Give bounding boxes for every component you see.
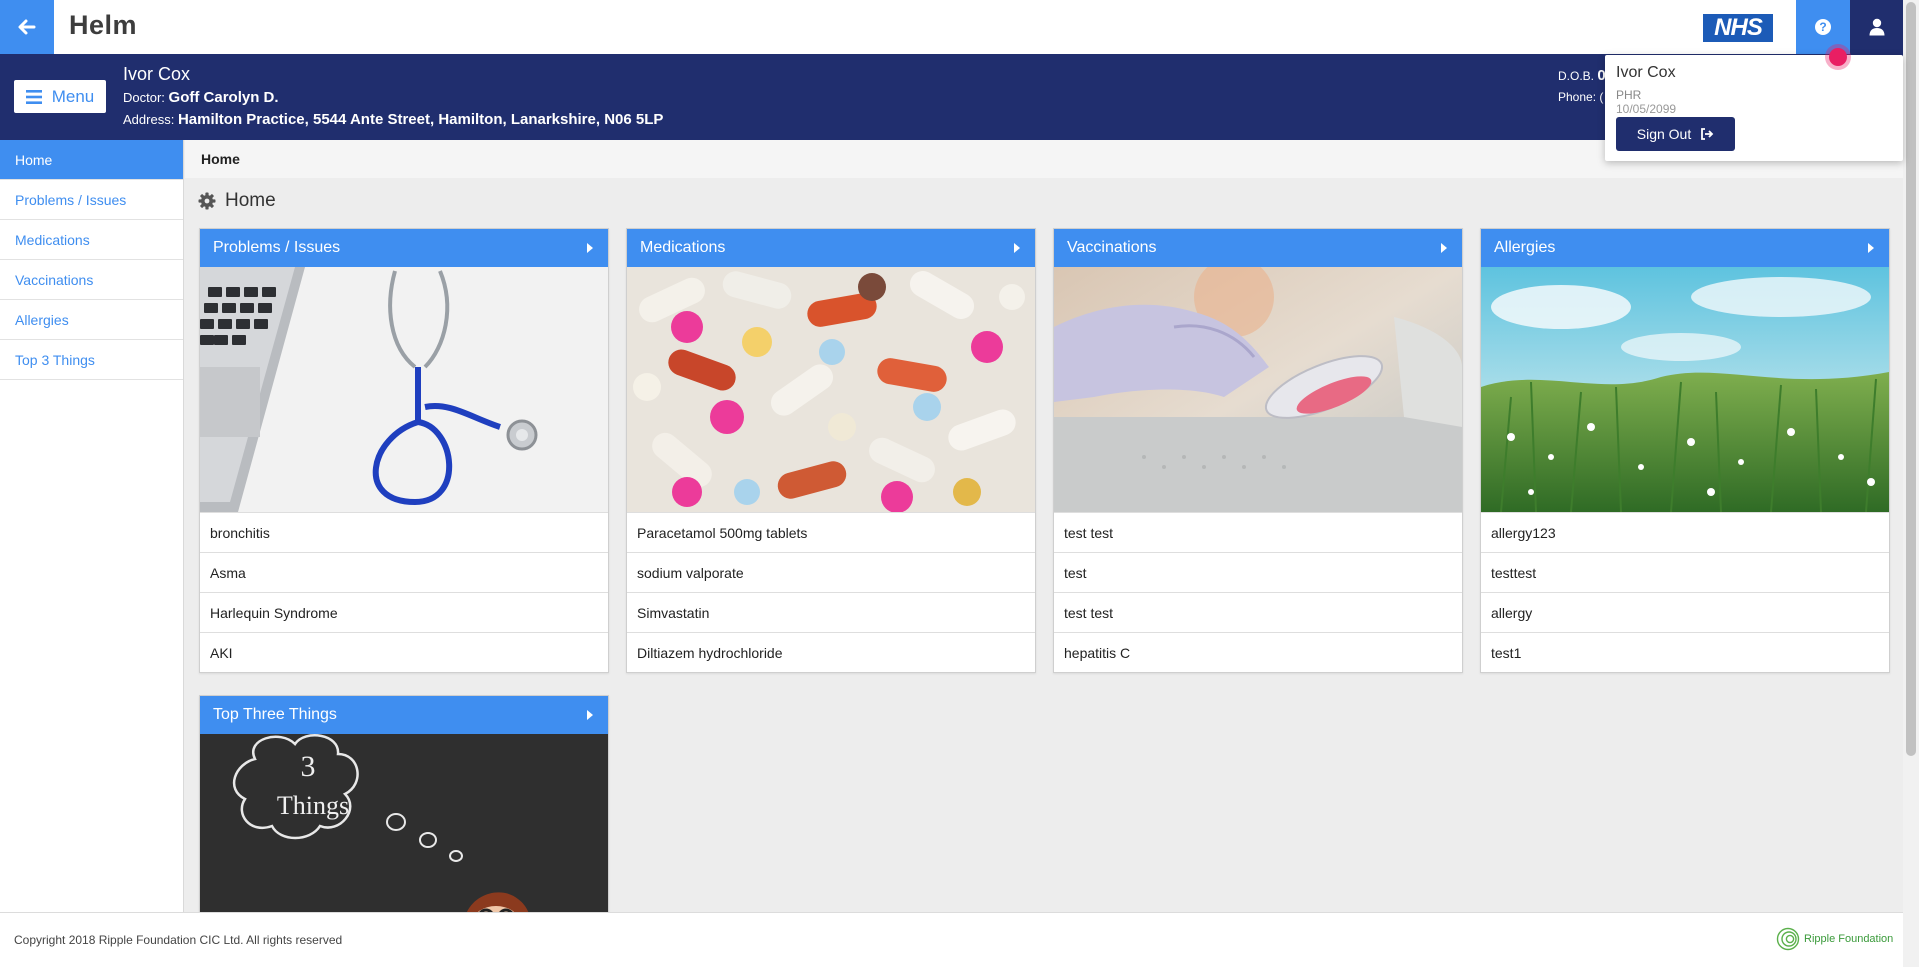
arrow-left-icon (18, 19, 36, 35)
sidebar-item-vaccinations[interactable]: Vaccinations (0, 260, 183, 300)
list-item[interactable]: Asma (200, 552, 608, 592)
menu-label: Menu (51, 86, 95, 106)
card-medications: Medications Paracetamol 500mg tablets so… (626, 228, 1036, 673)
card-top-three-things: Top Three Things 3 Things (199, 695, 609, 913)
patient-dob: D.O.B. 0 (1558, 67, 1606, 84)
gear-icon (198, 192, 216, 210)
sidebar-item-problems[interactable]: Problems / Issues (0, 180, 183, 220)
sidebar: Home Problems / Issues Medications Vacci… (0, 140, 184, 912)
card-problems: Problems / Issues bronchitis Asma Harleq… (199, 228, 609, 673)
patient-doctor: Doctor: Goff Carolyn D. (123, 89, 279, 106)
list-item[interactable]: Paracetamol 500mg tablets (627, 512, 1035, 552)
notification-dot (1825, 44, 1851, 70)
caret-right-icon (1441, 243, 1447, 253)
address-label: Address: (123, 112, 175, 127)
user-menu-name: Ivor Cox (1616, 64, 1676, 81)
list-item[interactable]: test1 (1481, 632, 1889, 672)
list-item[interactable]: Simvastatin (627, 592, 1035, 632)
doctor-value: Goff Carolyn D. (168, 89, 279, 106)
list-item[interactable]: sodium valporate (627, 552, 1035, 592)
caret-right-icon (587, 243, 593, 253)
address-value: Hamilton Practice, 5544 Ante Street, Ham… (177, 111, 664, 128)
ripple-icon (1776, 927, 1800, 951)
chalk-number: 3 (301, 750, 316, 783)
list-item[interactable]: hepatitis C (1054, 632, 1462, 672)
list-item[interactable]: Diltiazem hydrochloride (627, 632, 1035, 672)
card-allergies-header[interactable]: Allergies (1481, 229, 1889, 267)
page-heading: Home (198, 190, 276, 212)
list-item[interactable]: test test (1054, 512, 1462, 552)
patient-address: Address: Hamilton Practice, 5544 Ante St… (123, 111, 663, 128)
top-bar: Helm NHS ? (0, 0, 1903, 54)
patient-phone: Phone: ( (1558, 90, 1603, 104)
ripple-foundation-logo: Ripple Foundation (1776, 927, 1893, 951)
card-title: Medications (640, 239, 726, 256)
sidebar-item-home[interactable]: Home (0, 140, 183, 180)
pills-image (627, 267, 1035, 512)
stethoscope-image (200, 267, 608, 512)
chalk-word: Things (277, 791, 349, 820)
card-medications-header[interactable]: Medications (627, 229, 1035, 267)
scrollbar-thumb[interactable] (1906, 2, 1916, 756)
app-title: Helm (69, 10, 138, 40)
patient-name: Ivor Cox (123, 64, 191, 84)
sidebar-item-top-3-things[interactable]: Top 3 Things (0, 340, 183, 380)
card-title: Problems / Issues (213, 239, 341, 256)
card-vaccinations-header[interactable]: Vaccinations (1054, 229, 1462, 267)
back-button[interactable] (0, 0, 54, 54)
sidebar-item-allergies[interactable]: Allergies (0, 300, 183, 340)
chalkboard-image: 3 Things (200, 734, 608, 912)
list-item[interactable]: allergy123 (1481, 512, 1889, 552)
card-allergies: Allergies allergy123 testtest allergy te… (1480, 228, 1890, 673)
caret-right-icon (1868, 243, 1874, 253)
sign-out-button[interactable]: Sign Out (1616, 117, 1735, 151)
user-menu-dropdown: Ivor Cox PHR 10/05/2099 Sign Out (1605, 55, 1903, 161)
lab-glove-image (1054, 267, 1462, 512)
sign-out-icon (1701, 128, 1714, 140)
phone-label: Phone: (1558, 90, 1597, 104)
doctor-label: Doctor: (123, 90, 165, 105)
meadow-image (1481, 267, 1889, 512)
svg-text:?: ? (1819, 20, 1826, 34)
list-item[interactable]: testtest (1481, 552, 1889, 592)
page-title: Home (225, 190, 276, 211)
list-item[interactable]: allergy (1481, 592, 1889, 632)
card-vaccinations: Vaccinations test test test test test he… (1053, 228, 1463, 673)
user-menu-role: PHR (1616, 88, 1642, 102)
card-title: Allergies (1494, 239, 1556, 256)
sidebar-item-medications[interactable]: Medications (0, 220, 183, 260)
breadcrumb-home: Home (201, 151, 240, 167)
card-top-three-things-header[interactable]: Top Three Things (200, 696, 608, 734)
card-title: Vaccinations (1067, 239, 1157, 256)
ripple-brand-text: Ripple Foundation (1804, 933, 1894, 945)
sign-out-label: Sign Out (1636, 126, 1692, 142)
dob-label: D.O.B. (1558, 69, 1595, 83)
list-item[interactable]: AKI (200, 632, 608, 672)
list-item[interactable]: test test (1054, 592, 1462, 632)
copyright-text: Copyright 2018 Ripple Foundation CIC Ltd… (14, 933, 343, 947)
list-item[interactable]: Harlequin Syndrome (200, 592, 608, 632)
caret-right-icon (587, 710, 593, 720)
list-item[interactable]: bronchitis (200, 512, 608, 552)
list-item[interactable]: test (1054, 552, 1462, 592)
nhs-logo: NHS (1703, 14, 1773, 42)
user-menu-date: 10/05/2099 (1616, 102, 1677, 116)
menu-button[interactable]: Menu (14, 80, 106, 113)
user-icon (1869, 18, 1884, 36)
user-menu-button[interactable] (1850, 0, 1903, 54)
card-problems-header[interactable]: Problems / Issues (200, 229, 608, 267)
page-scrollbar[interactable] (1903, 0, 1919, 967)
card-title: Top Three Things (213, 706, 337, 723)
phone-value: ( (1599, 90, 1604, 104)
caret-right-icon (1014, 243, 1020, 253)
footer: Copyright 2018 Ripple Foundation CIC Ltd… (0, 912, 1903, 967)
question-circle-icon: ? (1815, 19, 1831, 35)
hamburger-icon (25, 89, 42, 104)
